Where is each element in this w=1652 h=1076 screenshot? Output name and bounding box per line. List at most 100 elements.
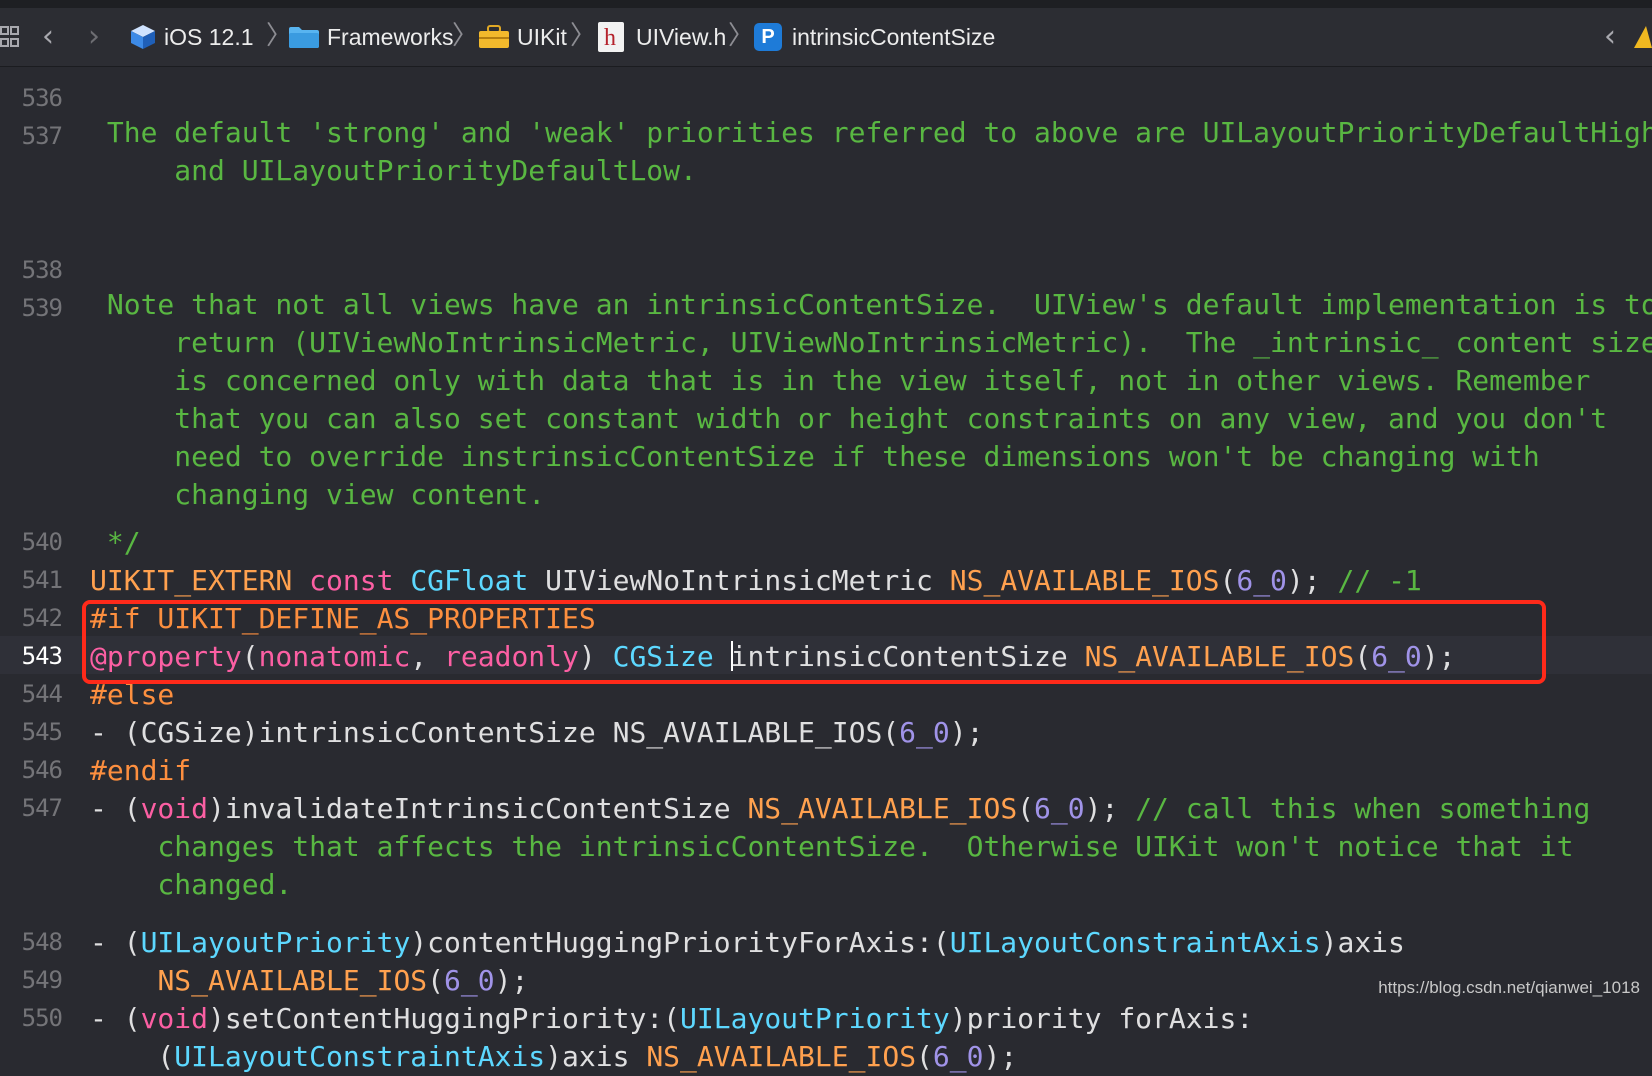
line-number: 542 — [21, 604, 63, 632]
breadcrumb-label: intrinsicContentSize — [792, 23, 996, 50]
property-badge: P — [761, 25, 775, 48]
line-number: 538 — [21, 256, 63, 284]
code-comment-line: changed. — [90, 868, 293, 901]
code-token: )axis — [545, 1040, 647, 1073]
property-icon: P — [754, 23, 782, 51]
breadcrumb-symbol[interactable]: P intrinsicContentSize — [754, 8, 995, 66]
code-token: )setContentHuggingPriority:( — [208, 1002, 681, 1035]
chevron-right-icon[interactable]: › — [88, 22, 100, 52]
code-comment-line: and UILayoutPriorityDefaultLow. — [90, 154, 697, 187]
code-token: void — [140, 1002, 209, 1035]
code-token: UILayoutConstraintAxis — [174, 1040, 546, 1073]
header-file-icon: h — [598, 22, 624, 52]
line-number: 550 — [21, 1004, 63, 1032]
breadcrumb-separator: 〉 — [728, 21, 755, 51]
code-token: - ( — [90, 1002, 141, 1035]
code-token: NS_AVAILABLE_IOS — [747, 792, 1018, 825]
code-token: UILayoutPriority — [680, 1002, 950, 1035]
code-token: 6_0 — [932, 1040, 984, 1073]
code-comment-line: The default 'strong' and 'weak' prioriti… — [90, 116, 1652, 149]
code-token: - ( — [90, 926, 141, 959]
line-number: 545 — [21, 718, 63, 746]
code-line-541: UIKIT_EXTERN const CGFloat UIViewNoIntri… — [90, 562, 1422, 600]
code-token: UILayoutPriority — [140, 926, 411, 959]
line-number: 546 — [21, 756, 63, 784]
code-token: ); — [494, 964, 529, 997]
breadcrumb-label: UIKit — [517, 23, 567, 50]
line-number: 540 — [21, 528, 63, 556]
code-token: UIViewNoIntrinsicMetric — [528, 564, 950, 597]
code-token: NS_AVAILABLE_IOS — [949, 564, 1220, 597]
code-line-545: - (CGSize)intrinsicContentSize NS_AVAILA… — [90, 714, 983, 752]
breadcrumb-uikit[interactable]: UIKit — [478, 8, 567, 66]
code-token: )contentHuggingPriorityForAxis:( — [410, 926, 950, 959]
line-number: 537 — [21, 122, 63, 150]
code-line-549: - (UILayoutPriority)contentHuggingPriori… — [90, 924, 1405, 962]
code-token: // -1 — [1337, 564, 1422, 597]
line-number: 547 — [21, 794, 63, 822]
code-token: UILayoutConstraintAxis — [949, 926, 1321, 959]
code-token: 6_0 — [1236, 564, 1287, 597]
watermark: https://blog.csdn.net/qianwei_1018 — [1378, 978, 1640, 997]
code-comment-end: */ — [90, 526, 141, 559]
folder-icon — [289, 27, 319, 48]
code-line-550: - (void)setContentHuggingPriority:(UILay… — [90, 1000, 1253, 1038]
code-line-546: #endif — [90, 754, 192, 787]
line-number: 548 — [21, 928, 63, 956]
line-number: 544 — [21, 680, 63, 708]
code-token: )invalidateIntrinsicContentSize — [208, 792, 748, 825]
jump-bar: ‹ › iOS 12.1 〉 Frameworks 〉 UIKit 〉 h UI… — [0, 8, 1652, 67]
toolbox-icon — [479, 25, 509, 48]
code-line-547: - (void)invalidateIntrinsicContentSize N… — [90, 790, 1590, 828]
code-comment-line: need to override instrinsicContentSize i… — [90, 440, 1540, 473]
code-comment-line: changing view content. — [90, 478, 546, 511]
line-number: 549 — [21, 966, 63, 994]
chevron-left-icon[interactable]: ‹ — [42, 22, 54, 52]
code-token: ( — [90, 1040, 175, 1073]
header-file-badge: h — [604, 25, 616, 51]
code-token: const — [309, 564, 394, 597]
code-token: )axis — [1320, 926, 1405, 959]
code-token: 6_0 — [444, 964, 495, 997]
code-line-550-cont: (UILayoutConstraintAxis)axis NS_AVAILABL… — [90, 1038, 1017, 1076]
sdk-icon — [131, 25, 155, 49]
code-comment-line: that you can also set constant width or … — [90, 402, 1608, 435]
line-number: 536 — [21, 84, 63, 112]
line-number: 541 — [21, 566, 63, 594]
breadcrumb-label: Frameworks — [327, 23, 454, 50]
code-token: ( — [1219, 564, 1237, 597]
warning-icon[interactable] — [1634, 8, 1652, 66]
breadcrumb-label: iOS 12.1 — [164, 23, 254, 50]
chevron-left-icon[interactable]: ‹ — [1604, 22, 1616, 52]
code-token: 6_0 — [1034, 792, 1085, 825]
breadcrumb-sdk[interactable]: iOS 12.1 — [128, 8, 254, 66]
code-token: CGFloat — [410, 564, 529, 597]
breadcrumb-separator: 〉 — [452, 21, 479, 51]
breadcrumb-file[interactable]: h UIView.h — [598, 8, 726, 66]
highlight-annotation-box — [82, 600, 1546, 684]
code-token: NS_AVAILABLE_IOS — [157, 964, 428, 997]
code-token: ); — [1286, 564, 1338, 597]
line-number-current: 543 — [21, 642, 63, 670]
code-token: // call this when something — [1135, 792, 1591, 825]
code-token: )priority forAxis: — [949, 1002, 1254, 1035]
breadcrumb-frameworks[interactable]: Frameworks — [288, 8, 454, 66]
line-number: 539 — [21, 294, 63, 322]
code-token: UIKIT_EXTERN — [90, 564, 293, 597]
code-token: ( — [916, 1040, 933, 1073]
code-token: ); — [949, 716, 984, 749]
breadcrumb-label: UIView.h — [636, 23, 727, 50]
code-editor[interactable]: 536 537 538 539 540 541 542 543 544 545 … — [0, 67, 1652, 1073]
code-comment-line: Note that not all views have an intrinsi… — [90, 288, 1652, 321]
code-comment-line: is concerned only with data that is in t… — [90, 364, 1591, 397]
code-token: ); — [983, 1040, 1018, 1073]
code-token: ( — [1017, 792, 1035, 825]
code-token: - (CGSize)intrinsicContentSize NS_AVAILA… — [90, 716, 900, 749]
grid-icon[interactable] — [0, 8, 20, 66]
code-token: ); — [1084, 792, 1136, 825]
code-comment-line: return (UIViewNoIntrinsicMetric, UIViewN… — [90, 326, 1652, 359]
breadcrumb-separator: 〉 — [570, 21, 597, 51]
